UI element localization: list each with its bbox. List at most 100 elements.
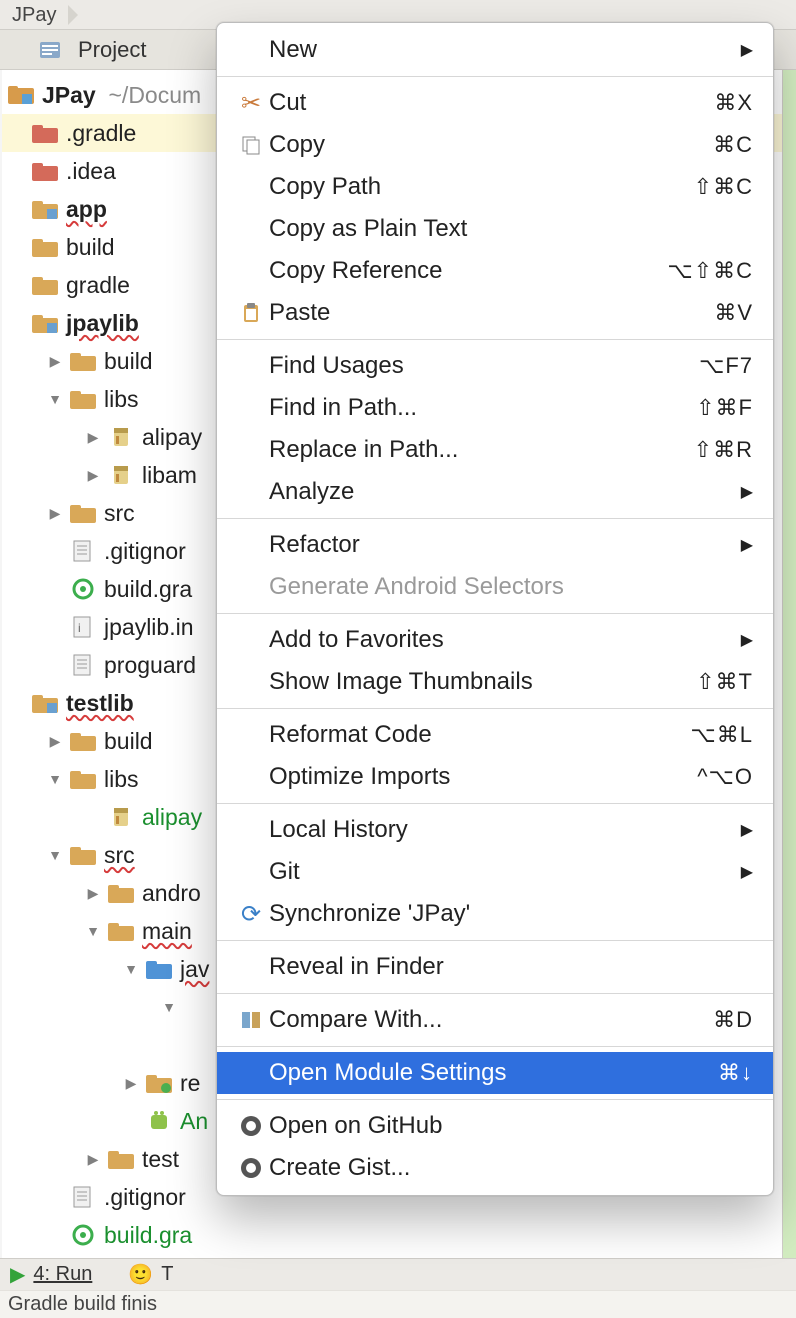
menu-item-shortcut: ⇧⌘R — [694, 437, 753, 463]
project-icon — [40, 42, 60, 58]
jar-icon — [108, 426, 134, 448]
tree-label: test — [142, 1146, 179, 1173]
submenu-arrow-icon: ▶ — [741, 862, 753, 882]
tree-label: build — [104, 728, 153, 755]
menu-item[interactable]: Reformat Code⌥⌘L — [217, 714, 773, 756]
terminal-item[interactable]: T — [161, 1263, 173, 1286]
module-icon — [32, 312, 58, 334]
menu-item[interactable]: Paste⌘V — [217, 292, 773, 334]
gradle-icon — [70, 1224, 96, 1246]
collapse-icon[interactable]: ▼ — [46, 390, 64, 408]
context-menu[interactable]: New▶ ✂Cut⌘XCopy⌘CCopy Path⇧⌘CCopy as Plai… — [216, 22, 774, 1196]
submenu-arrow-icon: ▶ — [741, 820, 753, 840]
jar-icon — [108, 464, 134, 486]
menu-item[interactable]: Analyze▶ — [217, 471, 773, 513]
menu-item[interactable]: Compare With...⌘D — [217, 999, 773, 1041]
tree-row[interactable]: ▶build.gra — [2, 1216, 796, 1254]
menu-item-shortcut: ⌘V — [714, 300, 753, 326]
menu-item-shortcut: ⌘X — [714, 90, 753, 116]
menu-item-label: Replace in Path... — [269, 436, 694, 464]
menu-item[interactable]: Copy⌘C — [217, 124, 773, 166]
tool-window-bar[interactable]: ▶ 4: Run 🙂 T — [0, 1258, 796, 1290]
expand-icon[interactable]: ▶ — [46, 504, 64, 522]
menu-item[interactable]: Reveal in Finder — [217, 946, 773, 988]
menu-item[interactable]: Replace in Path...⇧⌘R — [217, 429, 773, 471]
tree-label: src — [104, 842, 135, 869]
tree-label: libs — [104, 386, 139, 413]
menu-item[interactable]: Show Image Thumbnails⇧⌘T — [217, 661, 773, 703]
copy-icon — [233, 134, 269, 156]
project-panel-title: Project — [78, 37, 146, 63]
collapse-icon[interactable]: ▼ — [46, 770, 64, 788]
tree-label: jpaylib.in — [104, 614, 194, 641]
tree-label: An — [180, 1108, 208, 1135]
expand-icon[interactable]: ▶ — [46, 352, 64, 370]
file-icon — [70, 1186, 96, 1208]
expand-icon[interactable]: ▶ — [84, 428, 102, 446]
tree-root-path: ~/Docum — [109, 82, 202, 109]
menu-item[interactable]: Find Usages⌥F7 — [217, 345, 773, 387]
menu-item-label: Analyze — [269, 478, 741, 506]
menu-item[interactable]: Copy Reference⌥⇧⌘C — [217, 250, 773, 292]
menu-item[interactable]: Add to Favorites▶ — [217, 619, 773, 661]
submenu-arrow-icon: ▶ — [741, 535, 753, 555]
menu-item[interactable]: ✂Cut⌘X — [217, 82, 773, 124]
menu-item-label: Find in Path... — [269, 394, 696, 422]
menu-item[interactable]: Create Gist... — [217, 1147, 773, 1189]
expand-icon[interactable]: ▶ — [46, 732, 64, 750]
paste-icon — [233, 302, 269, 324]
folder-icon — [70, 502, 96, 524]
tree-label: app — [66, 196, 107, 223]
menu-item[interactable]: Git▶ — [217, 851, 773, 893]
menu-item[interactable]: Copy Path⇧⌘C — [217, 166, 773, 208]
folder-icon — [70, 350, 96, 372]
svg-text:i: i — [78, 621, 81, 635]
collapse-icon[interactable]: ▼ — [160, 998, 178, 1016]
menu-item[interactable]: ⟳Synchronize 'JPay' — [217, 893, 773, 935]
menu-separator — [217, 76, 773, 77]
folder-icon — [32, 236, 58, 258]
terminal-item-icon[interactable]: 🙂 — [128, 1262, 153, 1287]
file-icon — [70, 654, 96, 676]
menu-item[interactable]: Copy as Plain Text — [217, 208, 773, 250]
expand-icon[interactable]: ▶ — [84, 466, 102, 484]
menu-item-label: Reformat Code — [269, 721, 690, 749]
collapse-icon[interactable]: ▼ — [84, 922, 102, 940]
menu-item[interactable]: Local History▶ — [217, 809, 773, 851]
menu-separator — [217, 940, 773, 941]
editor-gutter — [782, 70, 796, 1258]
folder-icon — [108, 882, 134, 904]
menu-item[interactable]: Open Module Settings⌘↓ — [217, 1052, 773, 1094]
menu-item-label: Copy Reference — [269, 257, 667, 285]
github-icon — [233, 1157, 269, 1179]
folder-red-icon — [32, 122, 58, 144]
tree-label: main — [142, 918, 192, 945]
submenu-arrow-icon: ▶ — [741, 630, 753, 650]
compare-icon — [233, 1009, 269, 1031]
module-icon — [8, 84, 34, 106]
tree-label: alipay — [142, 424, 202, 451]
run-icon[interactable]: ▶ — [10, 1262, 25, 1287]
folder-icon — [70, 730, 96, 752]
folder-icon — [70, 844, 96, 866]
menu-separator — [217, 1099, 773, 1100]
menu-item[interactable]: Open on GitHub — [217, 1105, 773, 1147]
menu-item[interactable]: New▶ — [217, 29, 773, 71]
cut-icon: ✂ — [233, 89, 269, 118]
sync-icon: ⟳ — [233, 900, 269, 929]
expand-icon[interactable]: ▶ — [84, 1150, 102, 1168]
folder-blue-icon — [146, 958, 172, 980]
expand-icon[interactable]: ▶ — [122, 1074, 140, 1092]
menu-separator — [217, 339, 773, 340]
collapse-icon[interactable]: ▼ — [122, 960, 140, 978]
menu-item[interactable]: Refactor▶ — [217, 524, 773, 566]
menu-item[interactable]: Find in Path...⇧⌘F — [217, 387, 773, 429]
menu-separator — [217, 708, 773, 709]
breadcrumb-item[interactable]: JPay — [6, 0, 68, 30]
run-toolwindow[interactable]: 4: Run — [33, 1263, 92, 1286]
expand-icon[interactable]: ▶ — [84, 884, 102, 902]
tree-label: gradle — [66, 272, 130, 299]
collapse-icon[interactable]: ▼ — [46, 846, 64, 864]
menu-item-label: Optimize Imports — [269, 763, 697, 791]
menu-item[interactable]: Optimize Imports^⌥O — [217, 756, 773, 798]
